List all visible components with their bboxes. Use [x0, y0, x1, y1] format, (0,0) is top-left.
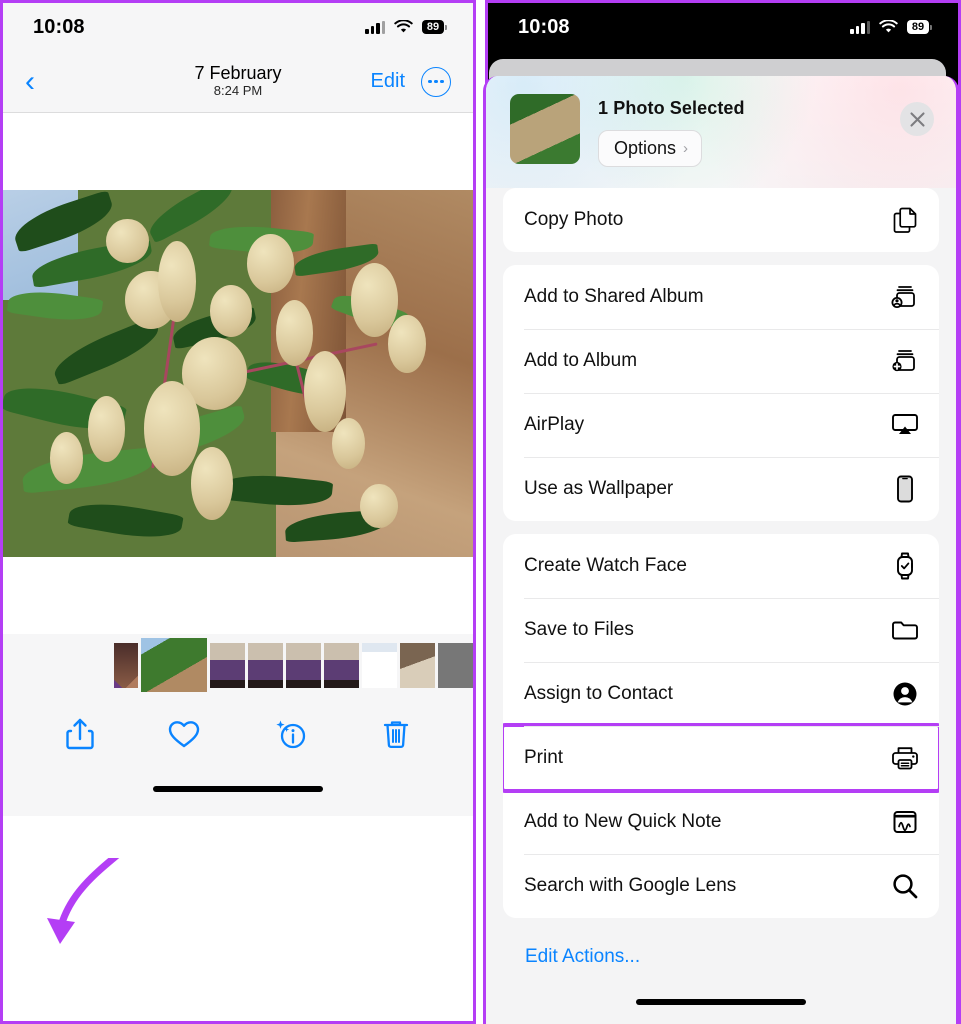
back-button[interactable]: ‹ — [25, 66, 65, 97]
right-status-bar: 10:08 89 — [488, 3, 958, 51]
action-label: Add to New Quick Note — [524, 811, 722, 832]
list-item[interactable] — [210, 642, 245, 688]
info-button[interactable] — [273, 717, 309, 751]
status-bar-time: 10:08 — [518, 15, 570, 38]
left-home-indicator-area — [3, 772, 473, 816]
left-nav-bar: ‹ 7 February 8:24 PM Edit — [3, 51, 473, 113]
action-print[interactable]: Print — [503, 723, 939, 793]
action-label: Add to Album — [524, 350, 638, 371]
edit-actions-button[interactable]: Edit Actions... — [503, 931, 939, 968]
screenshot-stage: 10:08 89 ‹ 7 February 8:24 PM Edit 10:08… — [0, 0, 961, 1024]
action-label: Search with Google Lens — [524, 875, 737, 896]
share-sheet-meta: 1 Photo Selected Options › — [598, 94, 745, 167]
share-sheet-header: 1 Photo Selected Options › — [486, 76, 956, 188]
thumbnail-strip[interactable] — [3, 634, 473, 696]
list-item[interactable] — [248, 642, 283, 688]
delete-button[interactable] — [381, 717, 411, 751]
right-home-indicator-area — [486, 999, 956, 1005]
search-icon — [890, 871, 920, 901]
close-button[interactable] — [900, 102, 934, 136]
action-create-watch-face[interactable]: Create Watch Face — [503, 534, 939, 598]
battery-icon: 89 — [907, 20, 932, 34]
wallpaper-icon — [890, 474, 920, 504]
share-sheet: 1 Photo Selected Options › Copy Photo Ad… — [483, 76, 959, 1024]
options-label: Options — [614, 138, 677, 158]
list-item[interactable] — [286, 642, 321, 688]
curved-arrow-annotation — [47, 858, 120, 944]
left-phone-screenshot: 10:08 89 ‹ 7 February 8:24 PM Edit — [0, 0, 476, 1024]
action-save-to-files[interactable]: Save to Files — [503, 598, 939, 662]
action-search-with-google-lens[interactable]: Search with Google Lens — [503, 854, 939, 918]
group-albums: Add to Shared Album Add to Album AirPlay… — [503, 265, 939, 521]
wifi-icon — [879, 20, 898, 33]
copy-icon — [890, 205, 920, 235]
list-item[interactable] — [438, 642, 473, 688]
share-button[interactable] — [65, 717, 95, 751]
action-add-to-new-quick-note[interactable]: Add to New Quick Note — [503, 790, 939, 854]
left-status-bar: 10:08 89 — [3, 3, 473, 51]
action-label: Copy Photo — [524, 209, 624, 230]
battery-level: 89 — [426, 20, 440, 33]
ellipsis-circle-icon[interactable] — [421, 66, 451, 97]
folder-icon — [890, 615, 920, 645]
nav-right-actions: Edit — [371, 66, 451, 97]
options-button[interactable]: Options › — [598, 130, 703, 167]
action-label: Create Watch Face — [524, 555, 687, 576]
action-label: Save to Files — [524, 619, 634, 640]
photo-image — [3, 190, 473, 557]
share-sheet-actions: Copy Photo Add to Shared Album Add to Al… — [486, 188, 956, 1024]
list-item[interactable] — [400, 642, 435, 688]
status-bar-indicators: 89 — [365, 20, 447, 34]
cellular-bars-icon — [850, 20, 870, 34]
action-label: Use as Wallpaper — [524, 478, 674, 499]
chevron-right-icon: › — [683, 140, 689, 157]
home-indicator[interactable] — [636, 999, 806, 1005]
group-copy: Copy Photo — [503, 188, 939, 252]
photo-toolbar — [3, 696, 473, 772]
list-item[interactable] — [324, 642, 359, 688]
watch-icon — [890, 551, 920, 581]
edit-button[interactable]: Edit — [371, 70, 405, 93]
list-item[interactable] — [114, 642, 138, 688]
close-icon — [909, 111, 925, 127]
action-label: AirPlay — [524, 414, 585, 435]
action-add-to-album[interactable]: Add to Album — [503, 329, 939, 393]
status-bar-time: 10:08 — [33, 15, 85, 38]
group-actions: Create Watch Face Save to Files Assign t… — [503, 534, 939, 918]
action-label: Print — [524, 747, 564, 768]
action-assign-to-contact[interactable]: Assign to Contact — [503, 662, 939, 726]
wifi-icon — [394, 20, 413, 33]
action-label: Assign to Contact — [524, 683, 673, 704]
action-copy-photo[interactable]: Copy Photo — [503, 188, 939, 252]
list-item[interactable] — [362, 642, 397, 688]
contact-icon — [890, 679, 920, 709]
action-label: Add to Shared Album — [524, 286, 704, 307]
quick-note-icon — [890, 807, 920, 837]
airplay-icon — [890, 410, 920, 440]
action-use-as-wallpaper[interactable]: Use as Wallpaper — [503, 457, 939, 521]
selected-photo-thumbnail[interactable] — [510, 94, 580, 164]
photo-viewer[interactable] — [3, 113, 473, 634]
add-album-icon — [890, 346, 920, 376]
battery-level: 89 — [911, 20, 925, 33]
action-airplay[interactable]: AirPlay — [503, 393, 939, 457]
cellular-bars-icon — [365, 20, 385, 34]
share-sheet-title: 1 Photo Selected — [598, 98, 745, 118]
action-add-to-shared-album[interactable]: Add to Shared Album — [503, 265, 939, 329]
list-item[interactable] — [141, 638, 207, 692]
home-indicator[interactable] — [153, 786, 323, 792]
battery-icon: 89 — [422, 20, 447, 34]
status-bar-indicators: 89 — [850, 20, 932, 34]
shared-album-icon — [890, 282, 920, 312]
favorite-button[interactable] — [167, 719, 201, 749]
printer-icon — [890, 743, 920, 773]
